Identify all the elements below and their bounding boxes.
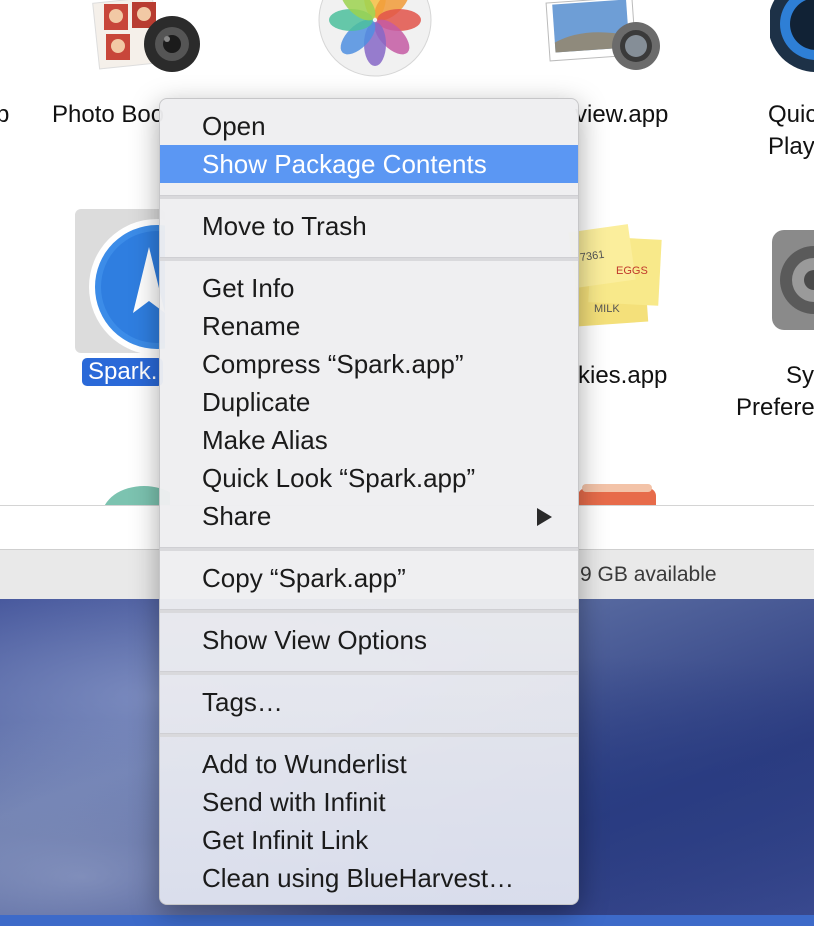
menu-item-get-infinit-link[interactable]: Get Infinit Link: [160, 821, 578, 859]
menu-item-show-package-contents[interactable]: Show Package Contents: [160, 145, 578, 183]
submenu-arrow-icon: [537, 508, 552, 526]
menu-item-share[interactable]: Share: [160, 497, 578, 535]
menu-item-quick-look[interactable]: Quick Look “Spark.app”: [160, 459, 578, 497]
menu-separator: [160, 547, 578, 551]
context-menu: Open Show Package Contents Move to Trash…: [159, 98, 579, 905]
svg-text:MILK: MILK: [594, 303, 620, 315]
menu-item-copy[interactable]: Copy “Spark.app”: [160, 559, 578, 597]
menu-item-share-label: Share: [202, 501, 272, 531]
app-label-quicktime-line2[interactable]: Play: [768, 133, 814, 161]
app-icon-partial-orange[interactable]: [578, 484, 658, 505]
stickies-icon[interactable]: 7361 EGGS MILK: [568, 222, 664, 332]
menu-separator: [160, 609, 578, 613]
spark-icon[interactable]: [75, 209, 225, 355]
menu-item-tags[interactable]: Tags…: [160, 683, 578, 721]
dock-edge: [0, 915, 814, 926]
menu-item-open[interactable]: Open: [160, 107, 578, 145]
photo-booth-icon[interactable]: [92, 0, 208, 72]
app-label-partial[interactable]: p: [0, 101, 9, 129]
app-label-photo-booth[interactable]: Photo Boo: [52, 101, 164, 129]
quicktime-icon[interactable]: [768, 0, 814, 78]
app-label-spark[interactable]: Spark.: [82, 358, 164, 386]
menu-item-move-to-trash[interactable]: Move to Trash: [160, 207, 578, 245]
menu-item-add-to-wunderlist[interactable]: Add to Wunderlist: [160, 745, 578, 783]
app-label-stickies[interactable]: kies.app: [578, 362, 667, 390]
menu-item-compress[interactable]: Compress “Spark.app”: [160, 345, 578, 383]
menu-separator: [160, 733, 578, 737]
system-preferences-icon[interactable]: [770, 226, 814, 336]
menu-item-make-alias[interactable]: Make Alias: [160, 421, 578, 459]
app-label-system-preferences-line1[interactable]: Sy: [786, 362, 814, 390]
app-label-quicktime-line1[interactable]: Quic: [768, 101, 814, 129]
menu-separator: [160, 195, 578, 199]
disk-space-available: 9 GB available: [580, 563, 717, 586]
menu-item-rename[interactable]: Rename: [160, 307, 578, 345]
menu-item-duplicate[interactable]: Duplicate: [160, 383, 578, 421]
menu-item-get-info[interactable]: Get Info: [160, 269, 578, 307]
svg-text:EGGS: EGGS: [616, 265, 648, 277]
menu-separator: [160, 671, 578, 675]
menu-item-clean-using-blueharvest[interactable]: Clean using BlueHarvest…: [160, 859, 578, 897]
menu-item-send-with-infinit[interactable]: Send with Infinit: [160, 783, 578, 821]
app-label-system-preferences-line2[interactable]: Prefere: [736, 394, 814, 422]
menu-item-show-view-options[interactable]: Show View Options: [160, 621, 578, 659]
menu-separator: [160, 257, 578, 261]
app-label-preview[interactable]: view.app: [575, 101, 668, 129]
preview-icon[interactable]: [544, 0, 664, 80]
photos-icon[interactable]: [318, 0, 432, 78]
